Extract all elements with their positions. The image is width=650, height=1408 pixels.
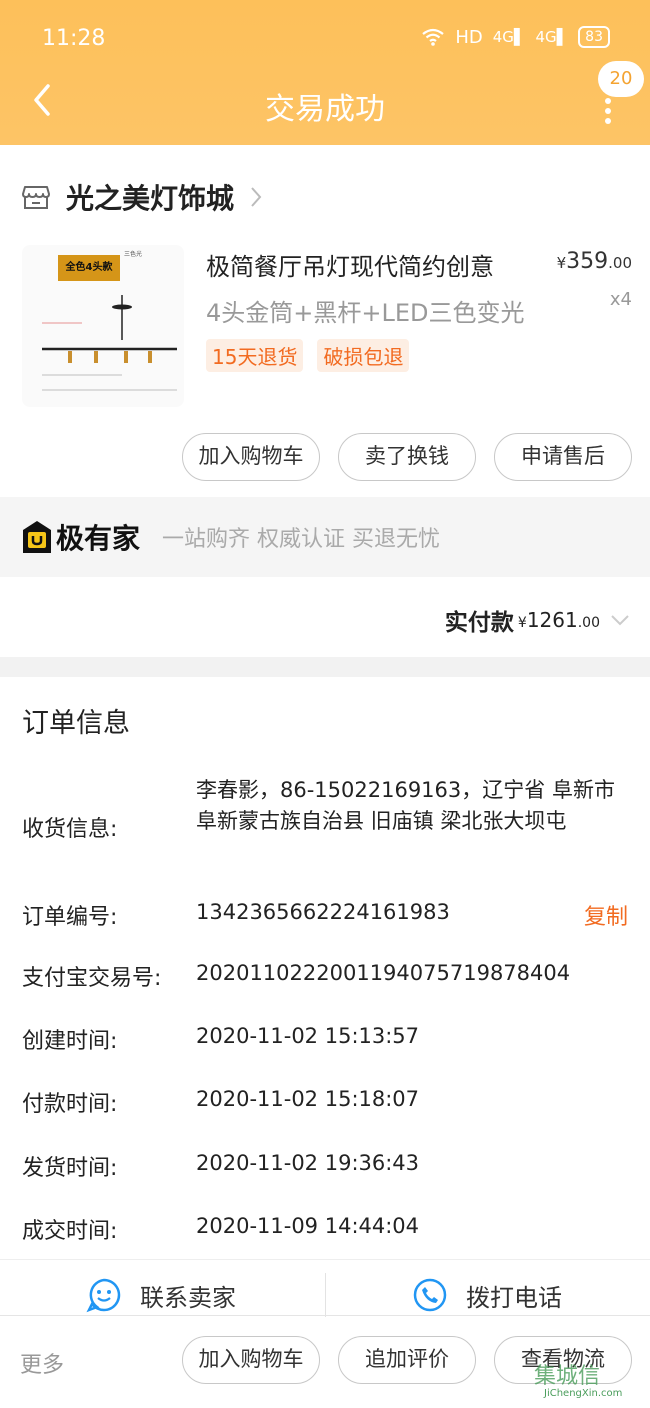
paid-time-value: 2020-11-02 15:18:07: [196, 1087, 420, 1111]
price-int: 359: [566, 249, 609, 274]
signal-1-label: 4G: [492, 28, 514, 46]
product-image[interactable]: 全色4头款 三色光: [22, 245, 184, 407]
resell-button[interactable]: 卖了换钱: [338, 433, 476, 481]
alipay-no-label: 支付宝交易号:: [22, 966, 162, 991]
chevron-down-icon: [611, 615, 629, 626]
battery-icon: 83: [578, 26, 610, 48]
watermark: 集城信 JiChengXin.com: [534, 1364, 650, 1408]
watermark-sub: JiChengXin.com: [544, 1388, 623, 1399]
paid-amount-dec: .00: [577, 615, 600, 631]
item-actions: 加入购物车 卖了换钱 申请售后: [182, 433, 632, 481]
done-time-value: 2020-11-09 14:44:04: [196, 1214, 420, 1238]
alipay-no-value: 2020110222001194075719878404: [196, 961, 571, 985]
contact-seller-label: 联系卖家: [140, 1283, 236, 1312]
chevron-right-icon: [251, 187, 262, 207]
status-icons: HD 4G▌ 4G▌ 83: [421, 26, 610, 48]
shop-name: 光之美灯饰城: [66, 182, 235, 215]
order-no-label: 订单编号:: [22, 905, 118, 930]
product-title[interactable]: 极简餐厅吊灯现代简约创意: [206, 247, 494, 282]
status-time: 11:28: [42, 26, 106, 51]
page-title: 交易成功: [265, 92, 385, 127]
paid-amount-row: 实付款 ¥1261.00: [445, 603, 630, 637]
paid-currency: ¥: [517, 615, 527, 631]
service-tag: 15天退货: [206, 339, 304, 372]
chat-smile-icon: [86, 1278, 121, 1313]
created-time-value: 2020-11-02 15:13:57: [196, 1024, 420, 1048]
signal-1-icon: 4G▌: [492, 28, 526, 46]
network-label: HD: [455, 26, 483, 48]
done-time-label: 成交时间:: [22, 1219, 118, 1244]
shipped-time-label: 发货时间:: [22, 1156, 118, 1181]
signal-2-icon: 4G▌: [535, 28, 569, 46]
contact-seller-button[interactable]: 联系卖家: [86, 1277, 236, 1313]
promo-logo: 极有家: [22, 517, 140, 557]
payment-summary[interactable]: 实付款 ¥1261.00: [0, 577, 650, 657]
add-to-cart-button[interactable]: 加入购物车: [182, 433, 320, 481]
wifi-icon: [422, 28, 445, 46]
more-menu-icon[interactable]: [598, 98, 618, 128]
created-time-label: 创建时间:: [22, 1029, 118, 1054]
add-review-button[interactable]: 追加评价: [338, 1336, 476, 1384]
order-info-title: 订单信息: [22, 708, 130, 739]
promo-banner[interactable]: 极有家 一站购齐 权威认证 买退无忧: [0, 497, 650, 577]
product-qty: x4: [609, 289, 632, 310]
shop-link[interactable]: 光之美灯饰城: [22, 177, 262, 217]
price-currency: ¥: [556, 254, 567, 272]
address-value: 李春影，86-15022169163，辽宁省 阜新市 阜新蒙古族自治县 旧庙镇 …: [196, 778, 615, 833]
message-count-badge[interactable]: 20: [598, 61, 644, 97]
lamp-drawing: [42, 295, 177, 391]
price-dec: .00: [608, 254, 632, 272]
signal-2-label: 4G: [535, 28, 557, 46]
order-item-card: 光之美灯饰城 全色4头款 三色光 极简餐厅吊灯现代简约创意 4头金筒+黑杆+LE…: [0, 145, 650, 497]
copy-button[interactable]: 复制: [584, 899, 628, 931]
paid-label: 实付款: [444, 610, 514, 636]
service-tag: 破损包退: [317, 339, 410, 372]
address-label: 收货信息:: [22, 817, 118, 842]
promo-name: 极有家: [56, 522, 141, 555]
service-tags: 15天退货 破损包退: [206, 339, 410, 372]
product-spec: 4头金筒+黑杆+LED三色变光: [206, 299, 525, 327]
paid-amount: ¥1261.00: [518, 608, 600, 632]
shipped-time-value: 2020-11-02 19:36:43: [196, 1151, 420, 1175]
after-sales-button[interactable]: 申请售后: [494, 433, 632, 481]
more-button[interactable]: 更多: [20, 1347, 64, 1379]
divider: [325, 1273, 326, 1317]
call-label: 拨打电话: [466, 1283, 562, 1312]
app-header: 11:28 HD 4G▌ 4G▌ 83 交易成功 20: [0, 0, 650, 145]
order-no-value: 1342365662224161983: [196, 900, 450, 924]
divider: [0, 1315, 650, 1316]
bottom-add-to-cart-button[interactable]: 加入购物车: [182, 1336, 320, 1384]
store-icon: [22, 186, 50, 209]
phone-icon: [413, 1278, 447, 1312]
order-info-card: 订单信息 收货信息: 李春影，86-15022169163，辽宁省 阜新市 阜新…: [0, 677, 650, 1255]
product-price: ¥359.00: [557, 249, 632, 274]
call-button[interactable]: 拨打电话: [412, 1277, 562, 1313]
jiyoujia-logo-icon: [23, 521, 51, 553]
promo-slogan: 一站购齐 权威认证 买退无忧: [162, 527, 440, 552]
watermark-main: 集城信: [534, 1364, 601, 1389]
divider: [0, 1259, 650, 1260]
paid-time-label: 付款时间:: [22, 1092, 118, 1117]
paid-amount-int: 1261: [526, 608, 578, 632]
